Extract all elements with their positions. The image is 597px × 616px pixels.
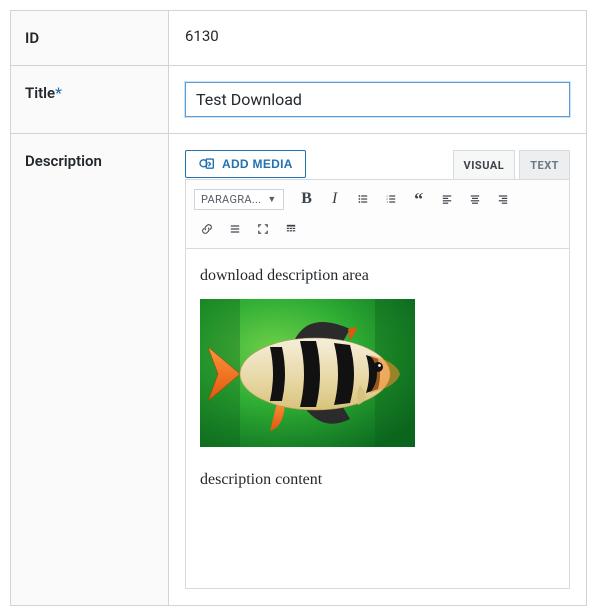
- align-right-button[interactable]: [490, 186, 516, 212]
- read-more-button[interactable]: [222, 216, 248, 242]
- align-left-button[interactable]: [434, 186, 460, 212]
- id-label: ID: [11, 11, 169, 66]
- italic-button[interactable]: I: [322, 186, 348, 212]
- fullscreen-button[interactable]: [250, 216, 276, 242]
- row-title: Title*: [11, 66, 587, 134]
- description-cell: ADD MEDIA VISUAL TEXT PARAGRA... ▼ B: [169, 134, 587, 606]
- svg-text:3: 3: [386, 200, 388, 204]
- editor-toolbar: PARAGRA... ▼ B I 123 “: [185, 179, 570, 249]
- bullet-list-button[interactable]: [350, 186, 376, 212]
- tab-text[interactable]: TEXT: [519, 150, 570, 179]
- blockquote-button[interactable]: “: [406, 186, 432, 212]
- editor-tabs: VISUAL TEXT: [453, 150, 570, 179]
- form-table: ID 6130 Title* Description: [10, 10, 587, 606]
- id-value: 6130: [169, 11, 587, 66]
- row-id: ID 6130: [11, 11, 587, 66]
- title-input[interactable]: [185, 82, 570, 117]
- row-description: Description ADD MEDIA VISUAL TEXT: [11, 134, 587, 606]
- description-label: Description: [11, 134, 169, 606]
- content-line-1: download description area: [200, 267, 555, 285]
- editor-content-area[interactable]: download description area: [185, 249, 570, 589]
- title-label-text: Title: [25, 84, 55, 102]
- embedded-image[interactable]: [200, 299, 415, 447]
- content-line-2: description content: [200, 471, 555, 489]
- chevron-down-icon: ▼: [267, 194, 276, 205]
- toolbar-toggle-button[interactable]: [278, 216, 304, 242]
- tab-visual[interactable]: VISUAL: [453, 150, 516, 179]
- link-button[interactable]: [194, 216, 220, 242]
- add-media-label: ADD MEDIA: [222, 157, 293, 171]
- media-icon: [198, 157, 216, 171]
- bold-button[interactable]: B: [294, 186, 320, 212]
- title-required-asterisk: *: [55, 84, 62, 102]
- number-list-button[interactable]: 123: [378, 186, 404, 212]
- align-center-button[interactable]: [462, 186, 488, 212]
- title-cell: [169, 66, 587, 134]
- add-media-button[interactable]: ADD MEDIA: [185, 150, 306, 178]
- format-dropdown-label: PARAGRA...: [201, 193, 261, 206]
- title-label: Title*: [11, 66, 169, 134]
- format-dropdown[interactable]: PARAGRA... ▼: [194, 189, 284, 210]
